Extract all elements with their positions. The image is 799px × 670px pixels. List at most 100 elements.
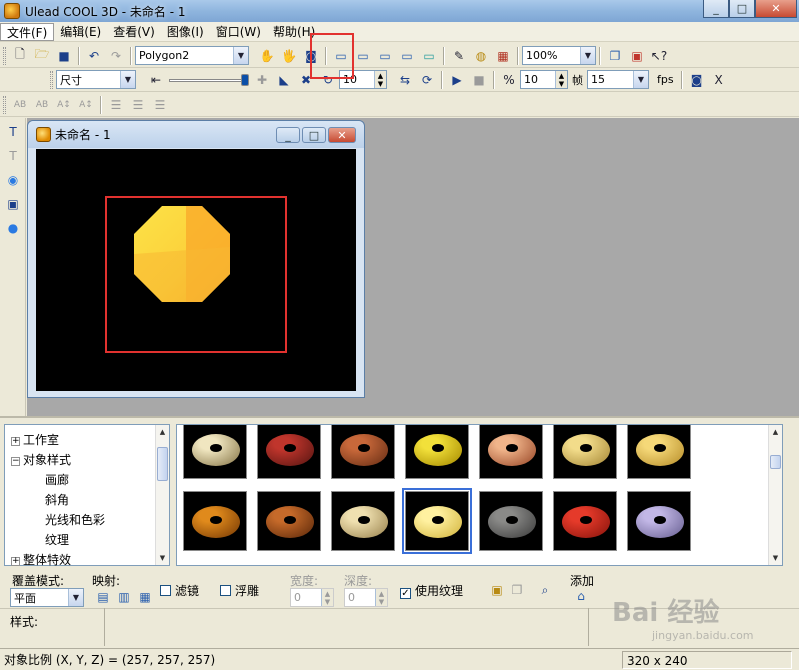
ping-pong-icon[interactable]: ⇆ <box>395 70 415 90</box>
rotate-hand-icon[interactable]: 🖐 <box>279 46 299 66</box>
expand-icon[interactable]: + <box>11 557 20 566</box>
mapping-sphere-icon[interactable]: ▦ <box>135 587 155 607</box>
texture-thumb-stone-tan[interactable] <box>331 491 395 551</box>
texture-thumb-chrome[interactable] <box>183 425 247 479</box>
scroll-up-icon[interactable]: ▲ <box>156 425 169 439</box>
text-spacing-icon[interactable]: AB <box>10 95 30 115</box>
menu-window[interactable]: 窗口(W) <box>210 23 267 41</box>
text-leading-down-icon[interactable]: A↕ <box>76 95 96 115</box>
camera-icon[interactable]: ◙ <box>687 70 707 90</box>
percent-icon[interactable]: % <box>499 70 519 90</box>
tree-item-object-style[interactable]: − 对象样式 <box>11 451 71 468</box>
checkbox-icon[interactable] <box>220 585 231 596</box>
mapping-flat-icon[interactable]: ▤ <box>93 587 113 607</box>
slider-thumb[interactable] <box>241 73 249 86</box>
spin-arrows-icon[interactable]: ▲ ▼ <box>375 589 387 606</box>
redo-icon[interactable]: ↷ <box>106 46 126 66</box>
align-right-icon[interactable]: ☰ <box>150 95 170 115</box>
texture-thumb-wood-brown[interactable] <box>257 491 321 551</box>
width-spinner[interactable]: 0 ▲ ▼ <box>290 588 334 607</box>
property-select[interactable]: 尺寸 ▼ <box>56 70 136 89</box>
undo-icon[interactable]: ↶ <box>84 46 104 66</box>
tree-item-global-effects[interactable]: + 整体特效 <box>11 551 71 568</box>
new-file-icon[interactable]: 🗋 <box>10 46 30 66</box>
stop-icon[interactable]: ■ <box>469 70 489 90</box>
brush-icon[interactable]: ✎ <box>449 46 469 66</box>
menu-image[interactable]: 图像(I) <box>161 23 210 41</box>
play-icon[interactable]: ▶ <box>447 70 467 90</box>
overlay-mode-select[interactable]: 平面 ▼ <box>10 588 84 607</box>
spin-arrows-icon[interactable]: ▲ ▼ <box>321 589 333 606</box>
texture-copy-icon[interactable]: ❐ <box>507 580 527 600</box>
remove-keyframe-icon[interactable]: ◣ <box>274 70 294 90</box>
chart-icon[interactable]: ▦ <box>493 46 513 66</box>
help-pointer-icon[interactable]: ↖? <box>649 46 669 66</box>
texture-thumb-wood-light[interactable] <box>553 425 617 479</box>
save-icon[interactable]: ■ <box>54 46 74 66</box>
open-folder-icon[interactable]: 🗁 <box>32 46 52 66</box>
spin-arrows-icon[interactable]: ▲ ▼ <box>555 71 567 88</box>
tree-item-gallery[interactable]: 画廊 <box>45 471 69 488</box>
align-center-icon[interactable]: ☰ <box>128 95 148 115</box>
zoom-select[interactable]: 100% ▼ <box>522 46 596 65</box>
timeline-slider[interactable] <box>169 72 249 88</box>
insert-geometry-icon[interactable]: ● <box>3 218 23 238</box>
maximize-button[interactable]: □ <box>729 0 755 18</box>
align-left-icon[interactable]: ☰ <box>106 95 126 115</box>
menu-view[interactable]: 查看(V) <box>107 23 161 41</box>
text-leading-up-icon[interactable]: A↕ <box>54 95 74 115</box>
right-view-icon[interactable]: ▭ <box>397 46 417 66</box>
repeat-icon[interactable]: ⟳ <box>417 70 437 90</box>
texture-thumb-marble-pink[interactable] <box>479 425 543 479</box>
checkbox-icon[interactable] <box>160 585 171 596</box>
keyframe-value-2[interactable]: 10 ▲ ▼ <box>520 70 568 89</box>
add-keyframe-icon[interactable]: ✚ <box>252 70 272 90</box>
collapse-icon[interactable]: − <box>11 457 20 466</box>
toolbar-grip[interactable] <box>3 46 6 65</box>
pan-hand-icon[interactable]: ✋ <box>257 46 277 66</box>
emboss-checkbox[interactable]: 浮雕 <box>220 582 259 599</box>
scroll-up-icon[interactable]: ▲ <box>769 425 782 439</box>
scroll-down-icon[interactable]: ▼ <box>769 551 782 565</box>
texture-thumb-wood-dark[interactable] <box>183 491 247 551</box>
load-texture-icon[interactable]: ▣ <box>487 580 507 600</box>
expand-icon[interactable]: + <box>11 437 20 446</box>
texture-thumb-rock-gray[interactable] <box>479 491 543 551</box>
tree-item-bevel[interactable]: 斜角 <box>45 491 69 508</box>
back-view-icon[interactable]: ▭ <box>419 46 439 66</box>
scrollbar-thumb[interactable] <box>770 455 781 469</box>
mapping-cylinder-icon[interactable]: ▥ <box>114 587 134 607</box>
document-title-bar[interactable]: 未命名 - 1 _ □ ✕ <box>28 121 364 148</box>
edit-text-icon[interactable]: T <box>3 146 23 166</box>
scroll-down-icon[interactable]: ▼ <box>156 551 169 565</box>
first-keyframe-icon[interactable]: ⇤ <box>146 70 166 90</box>
close-button[interactable]: ✕ <box>755 0 797 18</box>
filter-checkbox[interactable]: 滤镜 <box>160 582 199 599</box>
use-texture-checkbox[interactable]: ✓ 使用纹理 <box>400 582 463 599</box>
tree-scrollbar[interactable]: ▲ ▼ <box>155 425 169 565</box>
document-minimize-button[interactable]: _ <box>276 127 300 143</box>
texture-thumb-brick-orange[interactable] <box>331 425 395 479</box>
texture-preview-icon[interactable]: ⌕ <box>535 580 555 600</box>
export-icon[interactable]: ❐ <box>605 46 625 66</box>
gallery-scrollbar[interactable]: ▲ ▼ <box>768 425 782 565</box>
insert-graphic-icon[interactable]: ◉ <box>3 170 23 190</box>
toolbar-grip[interactable] <box>3 95 6 114</box>
texture-thumb-brick-red[interactable] <box>257 425 321 479</box>
scrollbar-thumb[interactable] <box>157 447 168 481</box>
tree-item-light-color[interactable]: 光线和色彩 <box>45 511 105 528</box>
menu-edit[interactable]: 编辑(E) <box>54 23 107 41</box>
texture-thumb-wood-gold[interactable] <box>627 425 691 479</box>
insert-text-icon[interactable]: T <box>3 122 23 142</box>
tree-item-studio[interactable]: + 工作室 <box>11 431 59 448</box>
menu-file[interactable]: 文件(F) <box>0 22 55 41</box>
object-select[interactable]: Polygon2 ▼ <box>135 46 249 65</box>
minimize-button[interactable]: _ <box>703 0 729 18</box>
axis-x-icon[interactable]: X <box>709 70 729 90</box>
text-kerning-icon[interactable]: AB <box>32 95 52 115</box>
checkbox-checked-icon[interactable]: ✓ <box>400 588 411 599</box>
frame-select[interactable]: 15 ▼ <box>587 70 649 89</box>
top-view-icon[interactable]: ▭ <box>353 46 373 66</box>
texture-thumb-gold-pale[interactable] <box>402 488 472 554</box>
add-to-gallery-icon[interactable]: ⌂ <box>571 586 591 606</box>
